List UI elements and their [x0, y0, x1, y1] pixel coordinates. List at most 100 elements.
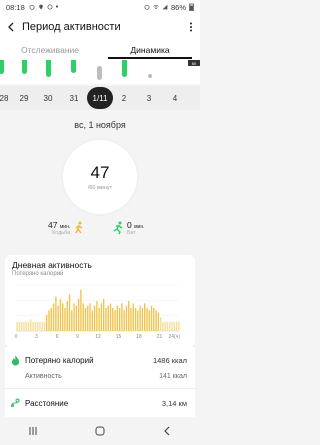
chevron-left-icon	[8, 22, 14, 32]
chart-bar	[103, 298, 105, 331]
status-time: 08:18	[6, 2, 25, 12]
date-item[interactable]: 29	[12, 86, 36, 110]
chart-tick-label: 3	[35, 334, 38, 340]
chart-bar	[96, 301, 98, 331]
history-bar	[46, 60, 51, 77]
flame-icon	[11, 355, 19, 365]
active-minutes-value: 47	[90, 162, 110, 182]
calories-label: Потеряно калорий	[25, 355, 94, 365]
date-item[interactable]: 31	[62, 86, 86, 110]
chart-bar	[153, 308, 155, 331]
chart-bar	[155, 310, 157, 331]
tab-bar: Отслеживание Динамика	[0, 40, 200, 60]
date-item[interactable]: 3	[137, 86, 161, 110]
chart-bar	[173, 321, 175, 331]
chart-bar	[107, 305, 109, 331]
running-label: Бег	[127, 230, 136, 236]
chart-tick-label: 6	[56, 334, 59, 340]
chart-bar	[128, 301, 130, 331]
walking-label: Ходьба	[51, 230, 71, 236]
status-notification-icons: •	[29, 4, 58, 11]
history-bar-selected	[97, 66, 102, 80]
chart-bar	[75, 305, 78, 331]
date-item[interactable]: 4	[163, 86, 187, 110]
chart-tick-label: 15	[116, 334, 122, 340]
chart-bar	[121, 303, 123, 331]
system-nav-bar	[0, 417, 200, 445]
chart-bar	[34, 321, 37, 331]
chart-bar	[68, 294, 71, 331]
chart-bar	[148, 310, 150, 331]
chart-bar	[21, 321, 23, 331]
activity-history-strip[interactable]: 60	[0, 60, 200, 84]
chart-bar	[48, 310, 50, 331]
chart-bar	[137, 310, 139, 331]
tab-tracking[interactable]: Отслеживание	[0, 40, 100, 60]
chart-bar	[66, 301, 68, 331]
walking-value: 47	[48, 220, 58, 230]
chart-bar	[46, 314, 48, 331]
chart-bar	[36, 321, 39, 331]
goal-marker: 60	[188, 60, 200, 66]
chart-bar	[80, 289, 82, 331]
chart-bar	[159, 317, 162, 331]
chart-bar	[118, 308, 121, 331]
sync-icon	[47, 4, 53, 10]
active-calories-value: 141 ккал	[159, 372, 187, 380]
chart-bar	[62, 303, 64, 331]
history-bar	[22, 60, 27, 74]
back-nav-button[interactable]	[162, 426, 172, 436]
walking-icon	[75, 221, 83, 234]
home-button[interactable]	[95, 426, 105, 436]
distance-row[interactable]: Расстояние 3,14 км	[5, 394, 195, 412]
tab-trends[interactable]: Динамика	[100, 40, 200, 60]
chart-bar	[23, 321, 25, 331]
chart-bar	[73, 303, 75, 331]
daily-activity-card: Дневная активность Потеряно калорий 0 3 6 9…	[5, 255, 195, 347]
date-item[interactable]: 30	[36, 86, 60, 110]
chart-bar	[134, 308, 137, 331]
chart-bar	[162, 321, 164, 331]
chart-bar	[150, 305, 153, 331]
active-calories-label: Активность	[25, 372, 62, 380]
chart-tick-label: 9	[76, 334, 79, 340]
chart-bar	[30, 319, 32, 331]
history-bar	[122, 60, 127, 77]
recent-apps-button[interactable]	[28, 426, 38, 436]
divider	[5, 388, 195, 389]
chart-bar	[57, 305, 59, 331]
chart-bar	[100, 303, 103, 331]
more-notifications-icon: •	[55, 3, 59, 11]
date-selector: 28 29 30 31 1/11 2 3 4	[0, 86, 200, 110]
chart-bar	[144, 303, 146, 331]
chart-bar	[55, 296, 57, 331]
date-item[interactable]: 2	[112, 86, 136, 110]
chart-bar	[132, 303, 134, 331]
back-button[interactable]	[0, 14, 22, 40]
chart-bar	[39, 321, 41, 331]
app-bar: Период активности	[0, 14, 200, 40]
running-value: 0	[127, 220, 132, 230]
daily-activity-chart: 0 3 6 9 12 15 18 21 24(ч)	[15, 284, 180, 340]
chart-bar	[105, 308, 107, 331]
chart-bar	[112, 308, 114, 331]
chart-bar	[114, 310, 116, 331]
more-options-button[interactable]	[182, 14, 200, 40]
chart-bar	[27, 321, 30, 331]
alarm-clock-icon	[144, 4, 150, 10]
date-item-selected[interactable]: 1/11	[87, 87, 113, 109]
walking-summary: 47 мин. Ходьба	[48, 220, 85, 236]
chart-bar	[71, 310, 73, 331]
stats-card: Потеряно калорий 1486 ккал Активность 14…	[5, 347, 195, 417]
signal-icon	[162, 4, 168, 10]
wifi-icon	[153, 4, 159, 10]
chart-bar	[50, 308, 52, 331]
distance-label: Расстояние	[25, 398, 69, 408]
running-summary: 0 мин. Бег	[112, 220, 145, 236]
chart-bar	[175, 321, 178, 331]
chart-bar	[16, 321, 18, 331]
history-bar	[71, 60, 76, 73]
status-bar: 08:18 • 86%	[0, 0, 200, 14]
chart-bar	[139, 305, 141, 331]
daily-activity-title: Дневная активность	[12, 260, 92, 270]
